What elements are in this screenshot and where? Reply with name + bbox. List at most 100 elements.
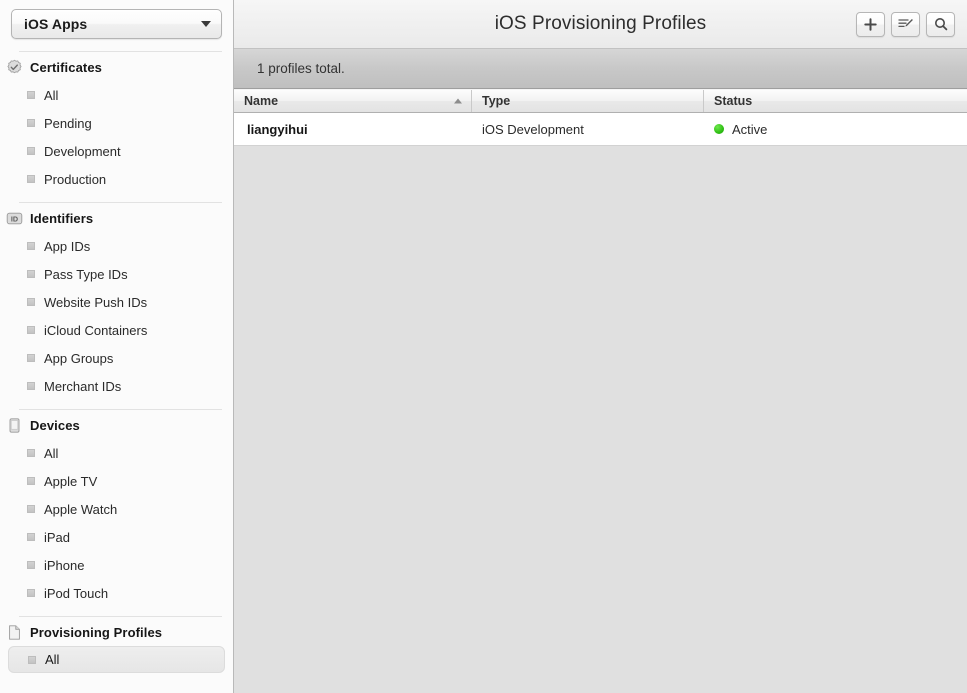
sidebar-item-apple-tv[interactable]: Apple TV [8,467,225,495]
bullet-icon [27,298,35,306]
team-picker-container: iOS Apps [0,0,233,39]
certificate-seal-icon [7,59,22,73]
bullet-icon [27,147,35,155]
sidebar-item-label: App Groups [44,350,114,366]
bullet-icon [27,354,35,362]
sidebar-item-pass-type-ids[interactable]: Pass Type IDs [8,260,225,288]
cell-status: Active [704,122,967,137]
section-title: Devices [30,417,80,433]
status-badge: Active [732,121,768,137]
sidebar-item-devices-all[interactable]: All [8,439,225,467]
bullet-icon [27,533,35,541]
sidebar-item-label: All [45,652,60,667]
column-header-label: Type [482,94,511,108]
sidebar-item-label: iPad [44,529,71,545]
profile-count-text: 1 profiles total. [257,61,345,76]
sidebar-item-label: Production [44,171,107,187]
sidebar-item-app-groups[interactable]: App Groups [8,344,225,372]
bullet-icon [27,589,35,597]
sidebar-item-label: iPhone [44,557,85,573]
device-phone-icon [9,417,20,433]
column-header-label: Status [714,94,753,108]
profile-count-bar: 1 profiles total. [234,49,967,89]
table-row[interactable]: liangyihui iOS Development Active [234,113,967,146]
bullet-icon [28,655,36,664]
search-button[interactable] [926,11,955,37]
team-picker-label: iOS Apps [24,16,88,32]
table-body: liangyihui iOS Development Active [234,113,967,693]
bullet-icon [27,561,35,569]
svg-text:ID: ID [11,214,18,223]
toolbar-buttons [856,11,955,37]
sidebar-item-label: All [44,445,59,461]
section-title: Identifiers [30,210,94,226]
bullet-icon [27,326,35,334]
bullet-icon [27,119,35,127]
add-button[interactable] [856,11,885,37]
sidebar-item-app-ids[interactable]: App IDs [8,232,225,260]
status-dot-icon [714,124,724,134]
table-header-row: Name Type Status [234,89,967,113]
bullet-icon [27,505,35,513]
main-content: iOS Provisioning Profiles 1 profiles tot… [234,0,967,693]
sidebar-section-certificates: Certificates [0,53,233,81]
sidebar-item-label: Pending [44,115,92,131]
sidebar: iOS Apps Certificates All Pending Develo… [0,0,234,693]
section-title: Certificates [30,59,103,75]
sidebar-item-icloud-containers[interactable]: iCloud Containers [8,316,225,344]
toolbar: iOS Provisioning Profiles [234,0,967,49]
sidebar-item-certificates-production[interactable]: Production [8,165,225,193]
column-header-type[interactable]: Type [472,90,704,112]
bullet-icon [27,477,35,485]
edit-list-pencil-icon [897,19,913,28]
sidebar-item-label: Apple TV [44,473,98,489]
bullet-icon [27,91,35,99]
sidebar-item-certificates-all[interactable]: All [8,81,225,109]
app-window: iOS Apps Certificates All Pending Develo… [0,0,967,693]
sidebar-item-label: Development [44,143,121,159]
sidebar-item-apple-watch[interactable]: Apple Watch [8,495,225,523]
cell-name: liangyihui [247,121,308,137]
sidebar-item-iphone[interactable]: iPhone [8,551,225,579]
section-divider [19,202,222,203]
sidebar-item-label: All [44,87,59,103]
sidebar-item-ipad[interactable]: iPad [8,523,225,551]
bullet-icon [27,242,35,250]
plus-icon [864,17,877,31]
sort-ascending-icon [454,98,462,104]
section-divider [19,616,222,617]
sidebar-section-devices: Devices [0,411,233,439]
sidebar-item-certificates-development[interactable]: Development [8,137,225,165]
section-title: Provisioning Profiles [30,624,163,640]
sidebar-nav: Certificates All Pending Development Pro… [0,51,233,673]
sidebar-section-provisioning-profiles: Provisioning Profiles [0,618,233,646]
sidebar-item-website-push-ids[interactable]: Website Push IDs [8,288,225,316]
chevron-down-icon [201,21,211,27]
column-header-status[interactable]: Status [704,90,967,112]
sidebar-item-label: iCloud Containers [44,322,148,338]
id-badge-icon: ID [6,212,23,224]
search-icon [934,18,947,31]
sidebar-item-certificates-pending[interactable]: Pending [8,109,225,137]
sidebar-item-merchant-ids[interactable]: Merchant IDs [8,372,225,400]
sidebar-item-label: Merchant IDs [44,378,122,394]
sidebar-item-label: Website Push IDs [44,294,148,310]
sidebar-item-label: iPod Touch [44,585,109,601]
document-page-icon [9,624,20,640]
team-picker-dropdown[interactable]: iOS Apps [11,9,222,39]
column-header-name[interactable]: Name [234,90,472,112]
sidebar-item-label: Apple Watch [44,501,118,517]
sidebar-item-provisioning-profiles-all[interactable]: All [8,646,225,673]
column-header-label: Name [244,94,279,108]
section-divider [19,409,222,410]
sidebar-item-ipod-touch[interactable]: iPod Touch [8,579,225,607]
sidebar-section-identifiers: ID Identifiers [0,204,233,232]
edit-button[interactable] [891,11,920,37]
sidebar-item-label: Pass Type IDs [44,266,128,282]
bullet-icon [27,449,35,457]
sidebar-item-label: App IDs [44,238,91,254]
section-divider [19,51,222,52]
bullet-icon [27,175,35,183]
bullet-icon [27,270,35,278]
cell-type: iOS Development [482,121,584,137]
